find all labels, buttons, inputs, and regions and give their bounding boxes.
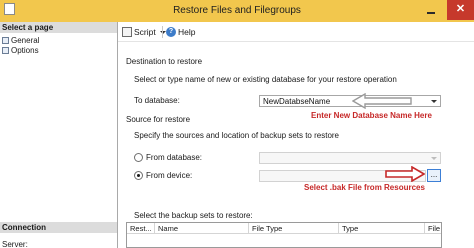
- script-icon: [122, 27, 132, 37]
- column-header-restore[interactable]: Rest...: [127, 223, 155, 234]
- column-header-file-location[interactable]: File L: [425, 223, 441, 234]
- to-database-value: NewDatabseName: [263, 97, 331, 106]
- column-header-name[interactable]: Name: [155, 223, 249, 234]
- from-device-label: From device:: [146, 171, 193, 180]
- backup-sets-label: Select the backup sets to restore:: [134, 211, 253, 220]
- page-icon: [2, 36, 9, 44]
- connection-header: Connection: [0, 222, 117, 233]
- page-icon: [2, 46, 9, 54]
- hint-arrow-left-icon: [352, 93, 412, 109]
- from-database-label: From database:: [146, 153, 203, 162]
- from-device-radio[interactable]: [134, 171, 143, 180]
- help-label: Help: [178, 27, 196, 37]
- from-database-combo[interactable]: [259, 152, 441, 164]
- sidebar-item-general[interactable]: General: [2, 35, 39, 45]
- close-button[interactable]: ✕: [447, 0, 474, 20]
- toolbar: Script ? Help: [118, 22, 474, 42]
- minimize-button[interactable]: [426, 5, 436, 15]
- help-button[interactable]: ? Help: [166, 27, 195, 37]
- browse-button[interactable]: ...: [427, 169, 441, 182]
- destination-description: Select or type name of new or existing d…: [134, 75, 397, 84]
- hint-arrow-right-icon: [385, 166, 425, 182]
- server-label: Server:: [2, 240, 28, 248]
- left-pane: Select a page General Options Connection…: [0, 22, 118, 248]
- to-database-combo[interactable]: NewDatabseName: [259, 95, 441, 107]
- backup-sets-table[interactable]: Rest... Name File Type Type File L: [126, 222, 442, 248]
- source-group-label: Source for restore: [126, 115, 191, 124]
- destination-group-label: Destination to restore: [126, 57, 203, 66]
- database-name-hint: Enter New Database Name Here: [311, 111, 432, 120]
- table-header: Rest... Name File Type Type File L: [127, 223, 441, 234]
- device-hint: Select .bak File from Resources: [304, 183, 425, 192]
- sidebar-item-options[interactable]: Options: [2, 45, 39, 55]
- title-bar: Restore Files and Filegroups ✕: [0, 0, 474, 22]
- sidebar-item-label: Options: [11, 45, 39, 55]
- help-icon: ?: [166, 27, 176, 37]
- chevron-down-icon[interactable]: [431, 100, 437, 103]
- to-database-label: To database:: [134, 96, 180, 105]
- toolbar-separator: [162, 26, 163, 38]
- chevron-down-icon[interactable]: [431, 157, 437, 160]
- column-header-file-type[interactable]: File Type: [249, 223, 339, 234]
- column-header-type[interactable]: Type: [339, 223, 425, 234]
- from-database-radio[interactable]: [134, 153, 143, 162]
- select-page-header: Select a page: [0, 22, 117, 33]
- sidebar-item-label: General: [11, 35, 40, 45]
- window-title: Restore Files and Filegroups: [173, 5, 301, 16]
- source-description: Specify the sources and location of back…: [134, 131, 340, 140]
- script-button[interactable]: Script: [122, 27, 166, 37]
- script-label: Script: [134, 27, 156, 37]
